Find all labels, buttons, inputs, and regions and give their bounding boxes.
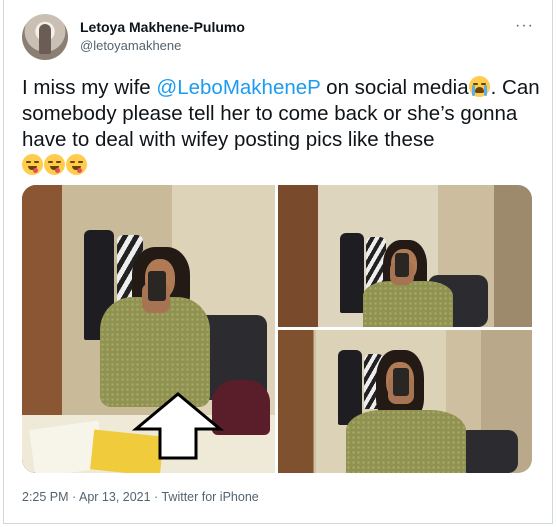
avatar[interactable] <box>22 14 68 60</box>
up-arrow-icon <box>132 392 224 460</box>
author-name[interactable]: Letoya Makhene-Pulumo <box>80 19 245 35</box>
separator: · <box>68 490 79 504</box>
face-savoring-food-icon <box>44 154 65 175</box>
photo-3[interactable] <box>278 330 532 473</box>
tweet-time[interactable]: 2:25 PM <box>22 490 69 504</box>
tweet-meta: 2:25 PM · Apr 13, 2021 · Twitter for iPh… <box>22 490 259 504</box>
tweet-text-part: on social media <box>320 76 469 99</box>
tweet-text: I miss my wife @LeboMakheneP on social m… <box>22 75 542 179</box>
photo-2[interactable] <box>278 185 532 327</box>
separator: · <box>150 490 162 504</box>
tweet-source[interactable]: Twitter for iPhone <box>161 490 258 504</box>
face-savoring-food-icon <box>66 154 87 175</box>
face-savoring-food-icon <box>22 154 43 175</box>
media-grid <box>22 185 532 473</box>
tweet-text-part: I miss my wife <box>22 76 157 99</box>
tweet-date[interactable]: Apr 13, 2021 <box>79 490 151 504</box>
loudly-crying-face-icon <box>468 76 490 97</box>
author-handle[interactable]: @letoyamakhene <box>80 38 181 53</box>
mention-link[interactable]: @LeboMakheneP <box>156 76 320 99</box>
photo-1[interactable] <box>22 185 275 473</box>
more-options-icon[interactable]: ··· <box>515 17 534 35</box>
